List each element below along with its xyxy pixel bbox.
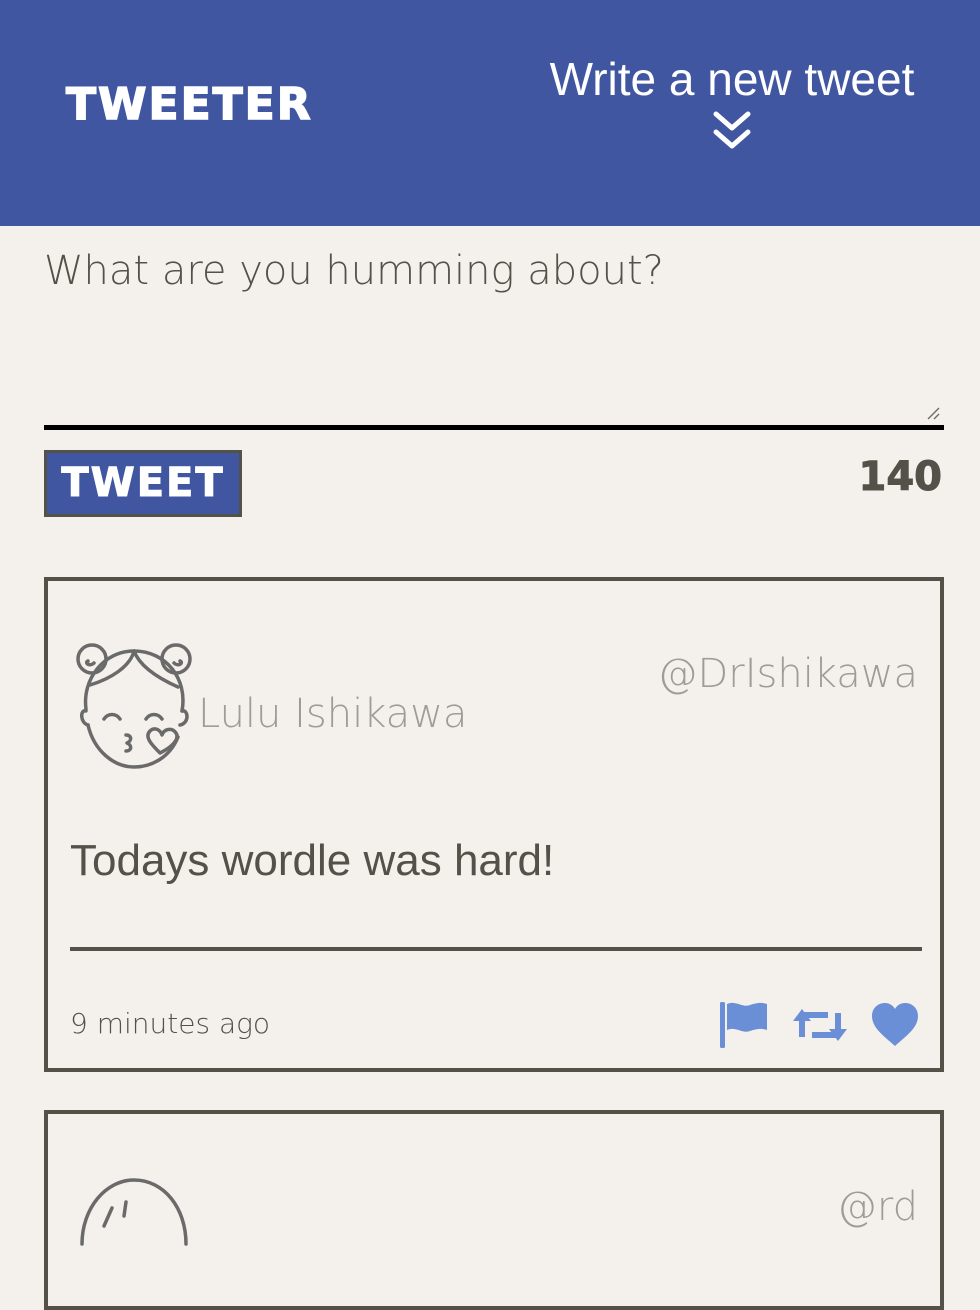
- tweet-textarea[interactable]: [44, 240, 944, 430]
- tweet-textarea-wrapper: [44, 240, 944, 430]
- heart-icon[interactable]: [870, 1002, 920, 1048]
- tweet-actions: [696, 999, 920, 1051]
- tweet-card: @rd: [44, 1110, 944, 1310]
- tweet-card: Lulu Ishikawa @DrIshikawa Todays wordle …: [44, 577, 944, 1072]
- retweet-icon[interactable]: [792, 1003, 848, 1047]
- resize-grip-icon[interactable]: [926, 406, 940, 420]
- tweet-content: Todays wordle was hard!: [70, 836, 555, 885]
- tweet-submit-button[interactable]: TWEET: [44, 450, 242, 517]
- tweet-timestamp: 9 minutes ago: [70, 1007, 271, 1040]
- author-name: Lulu Ishikawa: [198, 691, 468, 737]
- girl-blowing-kiss-avatar-icon: [76, 643, 192, 769]
- double-chevron-down-icon[interactable]: [712, 110, 752, 154]
- author-handle[interactable]: @DrIshikawa: [657, 651, 918, 697]
- brand-logo[interactable]: TWEETER: [65, 79, 313, 131]
- avatar-icon: [80, 1178, 188, 1246]
- top-nav: TWEETER Write a new tweet: [0, 0, 980, 226]
- write-new-tweet-toggle[interactable]: Write a new tweet: [520, 52, 944, 154]
- write-new-tweet-label[interactable]: Write a new tweet: [520, 52, 944, 106]
- author-handle[interactable]: @rd: [837, 1184, 918, 1230]
- character-counter: 140: [858, 454, 942, 501]
- tweet-divider: [70, 947, 922, 951]
- flag-icon[interactable]: [718, 1000, 770, 1050]
